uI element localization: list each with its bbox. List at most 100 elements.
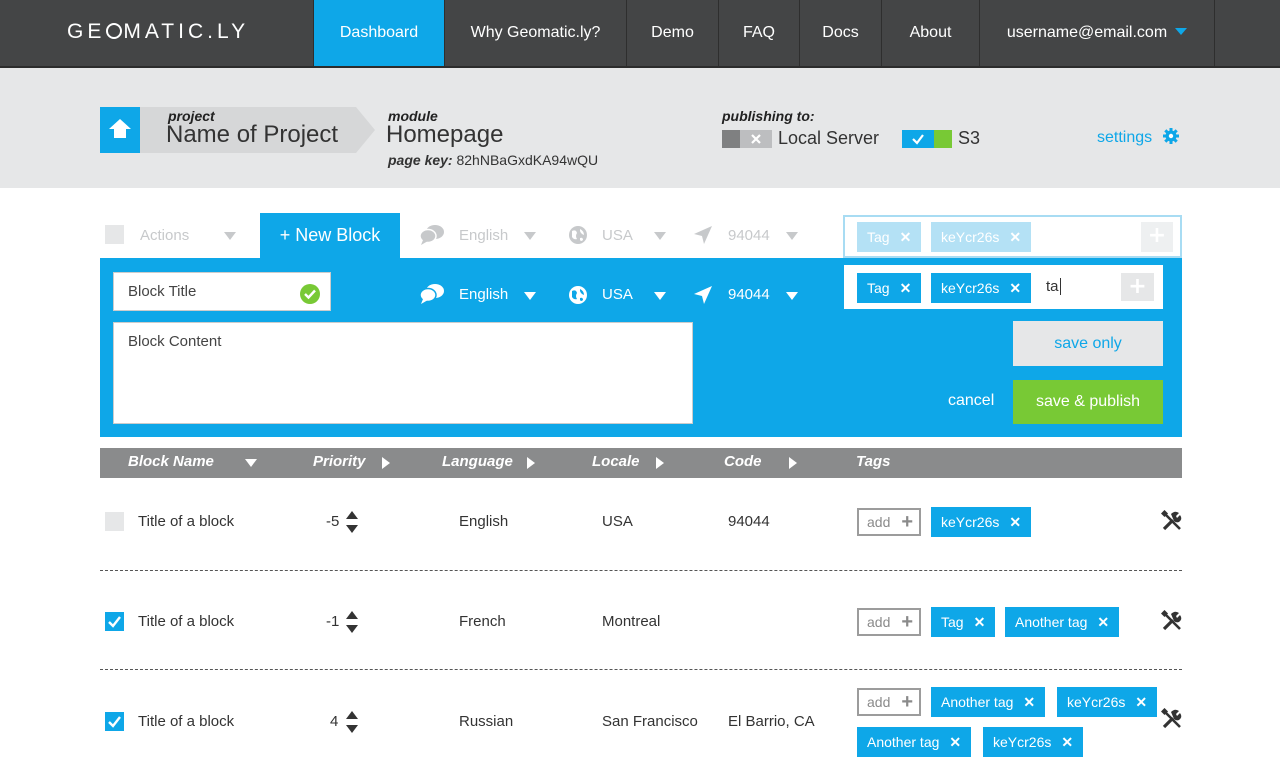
close-icon[interactable]: ✕ xyxy=(949,734,961,750)
tag-chip[interactable]: Tag ✕ xyxy=(857,273,922,303)
speech-bubbles-icon xyxy=(419,225,444,245)
cancel-button[interactable]: cancel xyxy=(948,392,994,410)
row-checkbox[interactable] xyxy=(105,712,124,731)
block-content-textarea[interactable]: Block Content xyxy=(113,322,693,424)
sort-right-icon[interactable] xyxy=(382,457,390,469)
row-checkbox[interactable] xyxy=(105,512,124,531)
settings-link[interactable]: settings xyxy=(1097,128,1179,147)
col-block-name[interactable]: Block Name xyxy=(128,453,214,470)
add-label: add xyxy=(867,614,891,630)
checkmark-icon xyxy=(108,616,121,628)
page-key: page key: 82hNBaGxdKA94wQU xyxy=(388,152,598,168)
locale-value: Montreal xyxy=(602,613,661,630)
sort-right-icon[interactable] xyxy=(789,457,797,469)
user-menu[interactable]: username@email.com xyxy=(979,0,1215,66)
close-icon[interactable]: ✕ xyxy=(1009,280,1021,296)
save-only-button[interactable]: save only xyxy=(1013,321,1163,366)
toggle-on-icon xyxy=(902,130,952,148)
locale-select[interactable]: USA xyxy=(602,286,633,303)
page-key-label: page key: xyxy=(388,152,453,168)
nav-about[interactable]: About xyxy=(881,0,979,66)
row-divider xyxy=(100,669,1182,670)
tag-chip[interactable]: Tag ✕ xyxy=(857,222,922,252)
home-button[interactable] xyxy=(100,107,140,153)
col-priority[interactable]: Priority xyxy=(313,453,366,470)
priority-stepper-icon[interactable] xyxy=(345,611,359,633)
col-locale[interactable]: Locale xyxy=(592,453,640,470)
tag-label: Tag xyxy=(941,614,964,630)
globe-icon xyxy=(106,23,123,39)
tag-chip[interactable]: keYcr26s ✕ xyxy=(931,273,1032,303)
project-name[interactable]: Name of Project xyxy=(166,121,338,149)
local-server-label: Local Server xyxy=(778,128,880,148)
select-all-checkbox[interactable] xyxy=(105,225,124,244)
locale-filter[interactable]: USA xyxy=(602,227,633,244)
local-server-toggle[interactable] xyxy=(722,130,772,148)
block-name[interactable]: Title of a block xyxy=(138,613,234,630)
add-tag-button[interactable]: + xyxy=(1121,273,1154,301)
close-icon[interactable]: ✕ xyxy=(1009,514,1021,530)
tools-icon[interactable] xyxy=(1161,610,1183,632)
tag-label: keYcr26s xyxy=(1067,694,1126,710)
tag-label: Another tag xyxy=(1015,614,1088,630)
col-code[interactable]: Code xyxy=(724,453,762,470)
nav-faq[interactable]: FAQ xyxy=(718,0,799,66)
tag-chip[interactable]: keYcr26s ✕ xyxy=(1057,687,1158,717)
close-icon[interactable]: ✕ xyxy=(1009,229,1021,245)
close-icon[interactable]: ✕ xyxy=(900,280,912,296)
plus-icon: + xyxy=(901,691,913,713)
add-label: add xyxy=(867,514,891,530)
tag-chip[interactable]: Another tag ✕ xyxy=(1005,607,1120,637)
close-icon[interactable]: ✕ xyxy=(1023,694,1035,710)
nav-why[interactable]: Why Geomatic.ly? xyxy=(444,0,626,66)
col-language[interactable]: Language xyxy=(442,453,513,470)
code-filter[interactable]: 94044 xyxy=(728,227,770,244)
close-icon[interactable]: ✕ xyxy=(1097,614,1109,630)
tag-chip[interactable]: keYcr26s ✕ xyxy=(983,727,1084,757)
add-tag-button[interactable]: add + xyxy=(857,508,921,536)
code-select[interactable]: 94044 xyxy=(728,286,770,303)
plus-icon: + xyxy=(1128,274,1147,299)
language-filter[interactable]: English xyxy=(459,227,508,244)
logo[interactable]: GE MATIC.LY xyxy=(67,20,249,44)
tools-icon[interactable] xyxy=(1161,510,1183,532)
close-icon[interactable]: ✕ xyxy=(1135,694,1147,710)
sort-right-icon[interactable] xyxy=(527,457,535,469)
tag-text-input[interactable]: ta xyxy=(1046,278,1061,295)
nav-dashboard[interactable]: Dashboard xyxy=(313,0,444,66)
tag-chip[interactable]: keYcr26s ✕ xyxy=(931,507,1032,537)
tag-chip[interactable]: Tag ✕ xyxy=(931,607,996,637)
tools-icon[interactable] xyxy=(1161,708,1183,730)
plus-icon: + xyxy=(901,611,913,633)
tag-label: keYcr26s xyxy=(941,514,1000,530)
block-name[interactable]: Title of a block xyxy=(138,513,234,530)
nav-demo[interactable]: Demo xyxy=(626,0,718,66)
block-name[interactable]: Title of a block xyxy=(138,713,234,730)
save-publish-button[interactable]: save & publish xyxy=(1013,380,1163,424)
close-icon[interactable]: ✕ xyxy=(974,614,986,630)
row-checkbox[interactable] xyxy=(105,612,124,631)
plus-icon[interactable]: + xyxy=(1141,222,1173,252)
module-name[interactable]: Homepage xyxy=(386,121,503,149)
language-value: English xyxy=(459,513,509,530)
gear-icon xyxy=(1162,128,1179,144)
block-content-value: Block Content xyxy=(128,333,222,350)
tag-chip[interactable]: keYcr26s ✕ xyxy=(931,222,1032,252)
new-block-button[interactable]: + New Block xyxy=(260,213,400,259)
priority-stepper-icon[interactable] xyxy=(345,511,359,533)
add-tag-button[interactable]: add + xyxy=(857,608,921,636)
language-select[interactable]: English xyxy=(459,286,508,303)
s3-toggle[interactable] xyxy=(902,130,952,148)
actions-dropdown[interactable]: Actions xyxy=(140,227,189,244)
sort-right-icon[interactable] xyxy=(656,457,664,469)
close-icon[interactable]: ✕ xyxy=(900,229,912,245)
add-tag-button[interactable]: add + xyxy=(857,688,921,716)
nav-docs[interactable]: Docs xyxy=(799,0,881,66)
col-tags: Tags xyxy=(856,453,891,470)
priority-stepper-icon[interactable] xyxy=(345,711,359,733)
tag-chip[interactable]: Another tag ✕ xyxy=(931,687,1046,717)
close-icon[interactable]: ✕ xyxy=(1061,734,1073,750)
sort-down-icon[interactable] xyxy=(245,459,257,467)
language-value: Russian xyxy=(459,713,514,730)
tag-chip[interactable]: Another tag ✕ xyxy=(857,727,972,757)
